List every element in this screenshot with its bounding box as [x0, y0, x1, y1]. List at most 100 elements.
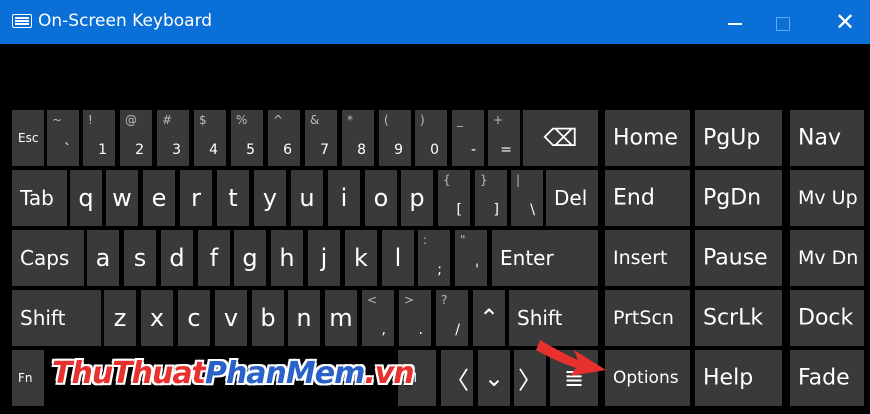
key-h[interactable]: h: [271, 230, 303, 286]
key-m[interactable]: m: [325, 290, 357, 346]
key-f[interactable]: f: [198, 230, 230, 286]
key-j[interactable]: j: [308, 230, 340, 286]
title-bar: On-Screen Keyboard ✕: [0, 0, 870, 44]
key-enter[interactable]: Enter: [492, 230, 598, 286]
key-comma[interactable]: <,: [362, 290, 394, 346]
key-k[interactable]: k: [345, 230, 377, 286]
key-minus[interactable]: _ -: [452, 110, 484, 166]
key-nav[interactable]: Nav: [790, 110, 864, 166]
key-backslash[interactable]: | \: [511, 170, 543, 226]
key-semicolon[interactable]: :;: [418, 230, 450, 286]
key-equals[interactable]: + =: [488, 110, 520, 166]
key-shift-symbol: ): [420, 113, 425, 127]
key-shift-symbol: (: [384, 113, 389, 127]
key-backspace[interactable]: ⌫: [523, 110, 598, 166]
key-2[interactable]: @2: [120, 110, 152, 166]
key-y[interactable]: y: [254, 170, 286, 226]
key-a[interactable]: a: [87, 230, 119, 286]
key-lbracket[interactable]: {[: [438, 170, 470, 226]
key-q[interactable]: q: [70, 170, 102, 226]
key-symbol: 3: [172, 142, 181, 158]
key-pgup[interactable]: PgUp: [695, 110, 782, 166]
key-label: Dock: [798, 305, 854, 331]
key-label: ScrLk: [703, 305, 764, 331]
close-button[interactable]: ✕: [822, 0, 868, 44]
key-dock[interactable]: Dock: [790, 290, 864, 346]
key-insert[interactable]: Insert: [605, 230, 690, 286]
key-8[interactable]: * 8: [342, 110, 374, 166]
key-symbol: \: [530, 202, 535, 218]
key-options[interactable]: Options: [605, 350, 690, 406]
key-label: Insert: [613, 247, 668, 269]
key-label: i: [340, 184, 348, 212]
key-rbracket[interactable]: }]: [475, 170, 507, 226]
key-i[interactable]: i: [328, 170, 360, 226]
key-end[interactable]: End: [605, 170, 690, 226]
key-left[interactable]: 〈: [441, 350, 473, 406]
key-period[interactable]: >.: [399, 290, 431, 346]
key-up[interactable]: ⌃: [473, 290, 505, 346]
key-6[interactable]: ^ 6: [268, 110, 300, 166]
key-symbol: 9: [394, 142, 403, 158]
key-label: End: [613, 185, 655, 211]
key-shift-symbol: :: [423, 233, 428, 247]
key-help[interactable]: Help: [695, 350, 782, 406]
key-l[interactable]: l: [382, 230, 414, 286]
key-fade[interactable]: Fade: [790, 350, 864, 406]
key-mv-up[interactable]: Mv Up: [790, 170, 864, 226]
key-t[interactable]: t: [217, 170, 249, 226]
key-label: b: [260, 304, 276, 332]
key-label: ⌫: [543, 124, 578, 152]
key-o[interactable]: o: [365, 170, 397, 226]
key-home[interactable]: Home: [605, 110, 690, 166]
key-symbol: ]: [493, 202, 499, 218]
key-label: w: [112, 184, 132, 212]
key-prtscn[interactable]: PrtScn: [605, 290, 690, 346]
key-p[interactable]: p: [401, 170, 433, 226]
key-4[interactable]: $4: [194, 110, 226, 166]
key-down[interactable]: ⌄: [478, 350, 510, 406]
key-pause[interactable]: Pause: [695, 230, 782, 286]
key-tab[interactable]: Tab: [12, 170, 67, 226]
key-3[interactable]: #3: [157, 110, 189, 166]
key-e[interactable]: e: [143, 170, 175, 226]
key-5[interactable]: % 5: [231, 110, 263, 166]
key-shift-symbol: >: [404, 293, 415, 307]
key-label: Esc: [18, 131, 39, 145]
key-b[interactable]: b: [252, 290, 284, 346]
key-shift-symbol: @: [125, 113, 137, 127]
key-pgdn[interactable]: PgDn: [695, 170, 782, 226]
key-n[interactable]: n: [288, 290, 320, 346]
key-label: Shift: [517, 306, 563, 330]
key-shift-left[interactable]: Shift: [12, 290, 101, 346]
key-z[interactable]: z: [104, 290, 136, 346]
maximize-button[interactable]: [760, 0, 806, 44]
minimize-button[interactable]: [712, 0, 758, 44]
key-label: x: [149, 304, 165, 332]
key-scrlk[interactable]: ScrLk: [695, 290, 782, 346]
key-quote[interactable]: " ': [455, 230, 487, 286]
key-0[interactable]: ) 0: [415, 110, 447, 166]
key-slash[interactable]: ? /: [436, 290, 468, 346]
key-fn[interactable]: Fn: [12, 350, 44, 406]
key-mv-dn[interactable]: Mv Dn: [790, 230, 864, 286]
keyboard-top-area: [0, 44, 870, 110]
key-9[interactable]: (9: [379, 110, 411, 166]
key-esc[interactable]: Esc: [12, 110, 44, 166]
key-caps[interactable]: Caps: [12, 230, 84, 286]
key-7[interactable]: & 7: [305, 110, 337, 166]
key-w[interactable]: w: [106, 170, 138, 226]
key-del[interactable]: Del: [546, 170, 598, 226]
key-g[interactable]: g: [234, 230, 266, 286]
key-v[interactable]: v: [215, 290, 247, 346]
key-x[interactable]: x: [141, 290, 173, 346]
key-s[interactable]: s: [124, 230, 156, 286]
key-backtick[interactable]: ~ `: [47, 110, 79, 166]
key-c[interactable]: c: [178, 290, 210, 346]
key-label: a: [95, 244, 111, 272]
key-symbol: ;: [437, 262, 442, 278]
key-d[interactable]: d: [161, 230, 193, 286]
key-u[interactable]: u: [291, 170, 323, 226]
key-r[interactable]: r: [180, 170, 212, 226]
key-1[interactable]: ! 1: [83, 110, 115, 166]
